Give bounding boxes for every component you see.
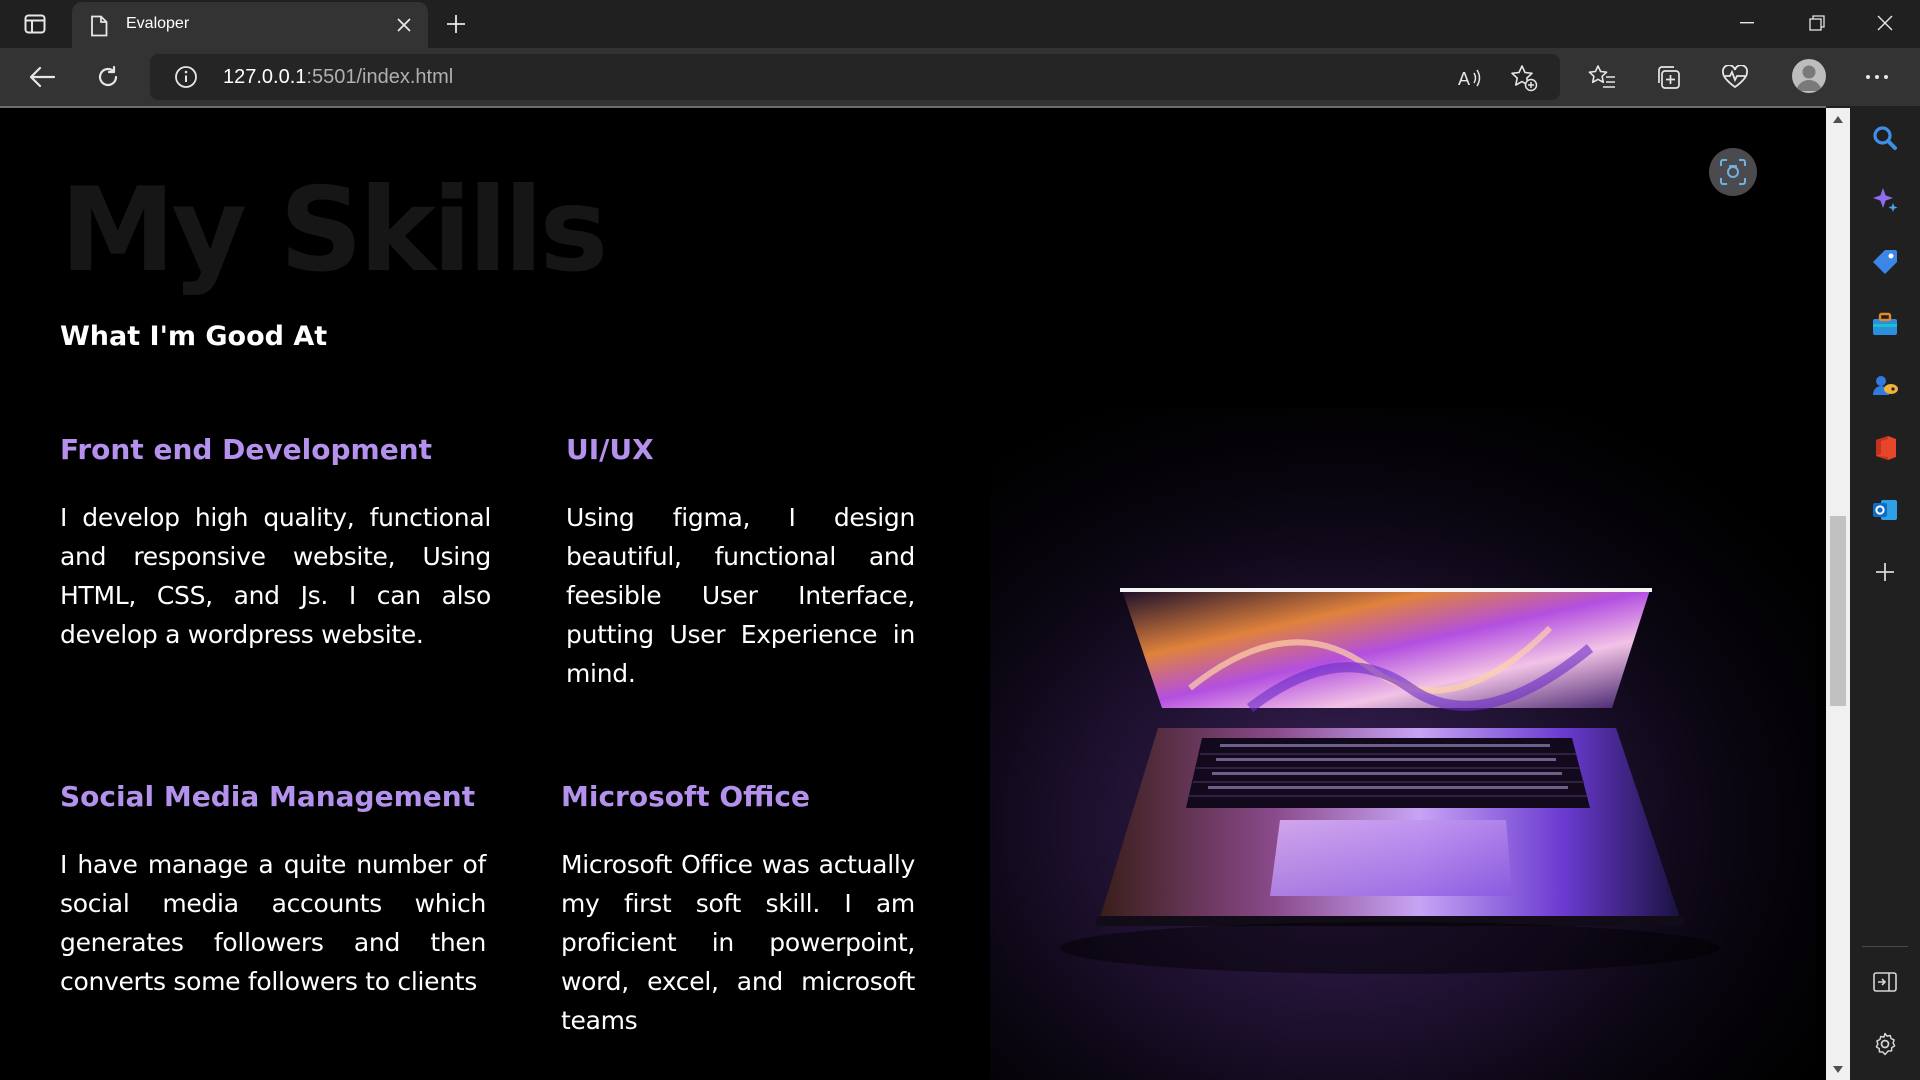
- vertical-scrollbar[interactable]: [1826, 108, 1850, 1080]
- skill-card-microsoft-office: Microsoft Office Microsoft Office was ac…: [561, 780, 915, 1040]
- page-viewport: My Skills What I'm Good At Front end Dev…: [0, 108, 1826, 1080]
- visual-search-icon[interactable]: [1709, 148, 1757, 196]
- tab-actions-icon[interactable]: [20, 11, 50, 37]
- shopping-icon[interactable]: [1867, 244, 1903, 280]
- back-icon[interactable]: [25, 60, 59, 94]
- skill-description: Using figma, I design beautiful, functio…: [566, 503, 915, 688]
- skill-title: Front end Development: [60, 433, 432, 466]
- favorites-icon[interactable]: [1585, 60, 1619, 94]
- hide-sidebar-icon[interactable]: [1867, 964, 1903, 1000]
- skill-card-social-media: Social Media Management I have manage a …: [60, 780, 486, 1001]
- settings-icon[interactable]: [1867, 1026, 1903, 1062]
- close-tab-icon[interactable]: [392, 13, 416, 37]
- games-icon[interactable]: [1867, 368, 1903, 404]
- browser-essentials-icon[interactable]: [1718, 60, 1752, 94]
- sidebar-divider: [1862, 946, 1908, 947]
- svg-text:A: A: [1458, 69, 1470, 89]
- close-window-icon[interactable]: [1852, 0, 1918, 46]
- skill-title: Social Media Management: [60, 780, 476, 813]
- skill-description: I develop high quality, functional and r…: [60, 503, 491, 649]
- url-text[interactable]: 127.0.0.1:5501/index.html: [223, 66, 453, 89]
- copilot-icon[interactable]: [1867, 182, 1903, 218]
- info-icon[interactable]: [174, 65, 198, 89]
- skill-title: Microsoft Office: [561, 780, 810, 813]
- outlook-icon[interactable]: [1867, 492, 1903, 528]
- add-favorite-icon[interactable]: [1509, 63, 1539, 93]
- navigation-toolbar: 127.0.0.1:5501/index.html A: [0, 48, 1920, 106]
- search-icon[interactable]: [1867, 120, 1903, 156]
- skill-card-frontend: Front end Development I develop high qua…: [60, 433, 491, 654]
- url-path: :5501/index.html: [306, 66, 454, 88]
- new-tab-icon[interactable]: [441, 9, 471, 39]
- minimize-icon[interactable]: [1714, 0, 1780, 46]
- scroll-down-icon[interactable]: [1826, 1060, 1850, 1078]
- page-icon: [90, 15, 108, 37]
- collections-icon[interactable]: [1651, 60, 1685, 94]
- read-aloud-icon[interactable]: A: [1455, 63, 1485, 93]
- tab-title: Evaloper: [126, 15, 190, 32]
- restore-icon[interactable]: [1784, 0, 1850, 46]
- skill-description: I have manage a quite number of social m…: [60, 850, 486, 996]
- office-icon[interactable]: [1867, 430, 1903, 466]
- scroll-up-icon[interactable]: [1826, 110, 1850, 128]
- refresh-icon[interactable]: [91, 60, 125, 94]
- laptop-image: [990, 408, 1816, 1080]
- scrollbar-thumb[interactable]: [1830, 516, 1846, 706]
- section-background-title: My Skills: [60, 163, 608, 298]
- more-icon[interactable]: [1860, 60, 1894, 94]
- add-icon[interactable]: [1867, 554, 1903, 590]
- skill-title: UI/UX: [566, 433, 654, 466]
- skill-description: Microsoft Office was actually my first s…: [561, 850, 915, 1035]
- url-host: 127.0.0.1: [223, 66, 307, 88]
- address-bar[interactable]: 127.0.0.1:5501/index.html A: [150, 54, 1560, 100]
- edge-sidebar: [1850, 108, 1920, 1080]
- tools-icon[interactable]: [1867, 306, 1903, 342]
- skill-card-uiux: UI/UX Using figma, I design beautiful, f…: [566, 433, 915, 693]
- active-tab[interactable]: Evaloper: [72, 2, 428, 48]
- profile-icon[interactable]: [1792, 59, 1826, 93]
- tab-strip: Evaloper: [0, 0, 1920, 48]
- section-subheading: What I'm Good At: [60, 321, 328, 352]
